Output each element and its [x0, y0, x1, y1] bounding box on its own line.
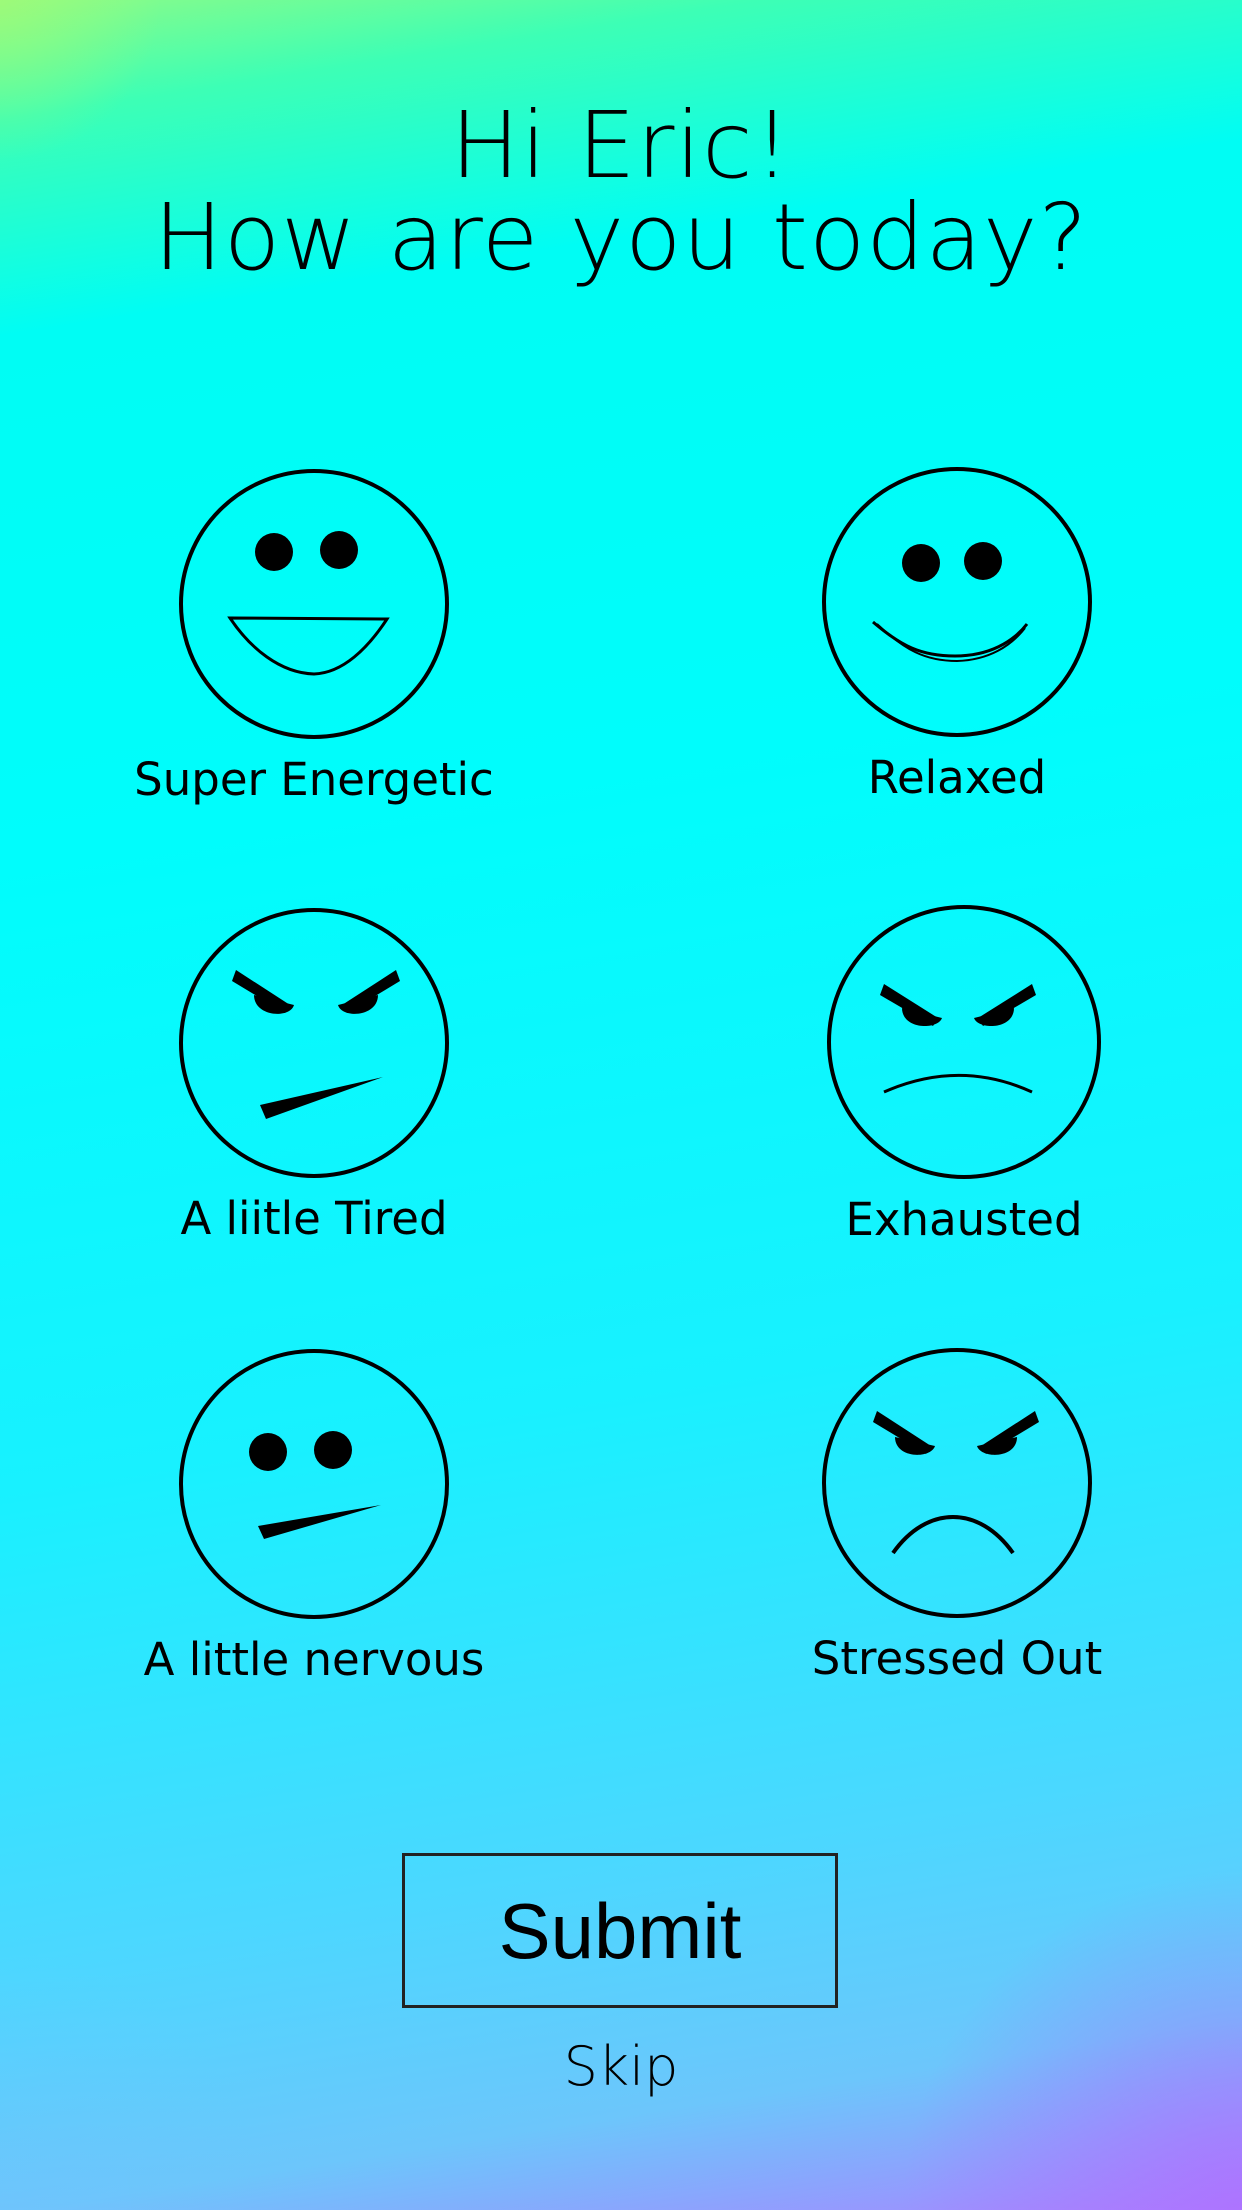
- greeting-line-2: How are you today?: [153, 184, 1089, 291]
- skip-link[interactable]: Skip: [0, 2036, 1242, 2098]
- submit-button[interactable]: Submit: [402, 1853, 838, 2008]
- mood-label-relaxed: Relaxed: [867, 751, 1047, 804]
- mood-label-stressed-out: Stressed Out: [811, 1632, 1103, 1685]
- mood-option-stressed-out[interactable]: Stressed Out: [767, 1347, 1147, 1685]
- mood-option-super-energetic[interactable]: Super Energetic: [124, 468, 504, 806]
- mood-label-super-energetic: Super Energetic: [134, 753, 494, 806]
- mood-option-a-little-tired[interactable]: A liitle Tired: [124, 907, 504, 1245]
- greeting-line-1: Hi Eric!: [450, 92, 792, 199]
- a-little-nervous-face-icon: [179, 1349, 449, 1619]
- mood-option-exhausted[interactable]: Exhausted: [774, 904, 1154, 1246]
- mood-label-a-little-tired: A liitle Tired: [180, 1192, 448, 1245]
- relaxed-face-icon: [822, 467, 1092, 737]
- a-little-tired-face-icon: [179, 908, 449, 1178]
- super-energetic-face-icon: [179, 469, 449, 739]
- greeting-title: Hi Eric! How are you today?: [0, 100, 1242, 284]
- mood-option-relaxed[interactable]: Relaxed: [767, 466, 1147, 804]
- stressed-out-face-icon: [822, 1348, 1092, 1618]
- exhausted-face-icon: [827, 905, 1101, 1179]
- mood-label-exhausted: Exhausted: [845, 1193, 1083, 1246]
- mood-label-a-little-nervous: A little nervous: [143, 1633, 485, 1686]
- mood-option-a-little-nervous[interactable]: A little nervous: [124, 1348, 504, 1686]
